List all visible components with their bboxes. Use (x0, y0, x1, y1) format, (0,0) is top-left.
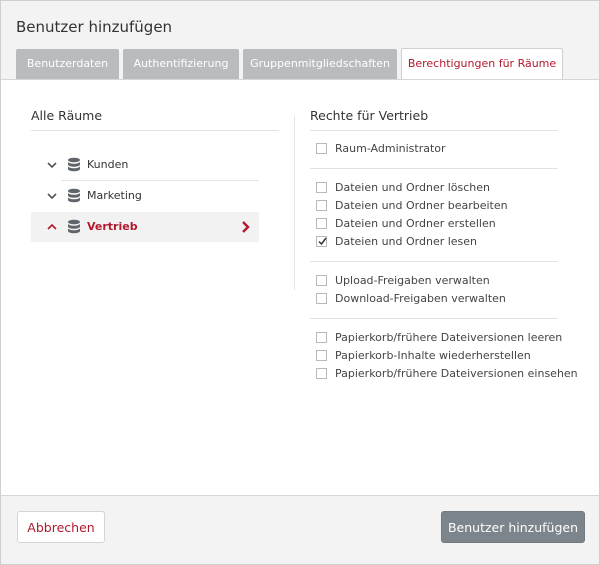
chevron-down-icon[interactable] (45, 189, 59, 203)
room-item-marketing[interactable]: Marketing (31, 181, 259, 211)
rights-title-divider (310, 130, 558, 131)
permission-label: Dateien und Ordner bearbeiten (335, 199, 508, 212)
room-item-kunden[interactable]: Kunden (31, 150, 259, 180)
add-user-dialog: Benutzer hinzufügen Benutzerdaten Authen… (0, 0, 600, 565)
group-divider (310, 168, 558, 169)
permission-label: Papierkorb/frühere Dateiversionen leeren (335, 331, 563, 344)
chevron-down-icon[interactable] (45, 158, 59, 172)
room-label: Vertrieb (87, 220, 138, 233)
checkbox[interactable] (316, 218, 327, 229)
checkbox[interactable] (316, 143, 327, 154)
permission-label: Papierkorb-Inhalte wiederherstellen (335, 349, 531, 362)
cancel-button[interactable]: Abbrechen (17, 511, 105, 543)
database-icon (68, 157, 80, 172)
checkmark-icon (318, 237, 327, 246)
checkbox[interactable] (316, 368, 327, 379)
tab-gruppenmitgliedschaften[interactable]: Gruppenmitgliedschaften (243, 49, 397, 79)
checkbox[interactable] (316, 275, 327, 286)
permission-label: Upload-Freigaben verwalten (335, 274, 490, 287)
permission-label: Dateien und Ordner löschen (335, 181, 491, 194)
tab-authentifizierung[interactable]: Authentifizierung (123, 49, 239, 79)
rooms-title-divider (31, 130, 279, 131)
column-divider (294, 116, 295, 290)
database-icon (68, 188, 80, 203)
checkbox-checked[interactable] (316, 236, 327, 247)
chevron-right-icon (242, 221, 250, 233)
rights-title: Rechte für Vertrieb (310, 108, 429, 123)
tab-content: Alle Räume Kunden Marketing Vertrieb Rec… (1, 79, 599, 496)
permission-label: Papierkorb/frühere Dateiversionen einseh… (335, 367, 578, 380)
permission-label: Download-Freigaben verwalten (335, 292, 506, 305)
group-divider (310, 318, 558, 319)
tab-berechtigungen-raeume[interactable]: Berechtigungen für Räume (401, 48, 563, 80)
rooms-title: Alle Räume (31, 108, 103, 123)
group-divider (310, 261, 558, 262)
dialog-title: Benutzer hinzufügen (16, 18, 173, 36)
database-icon (68, 219, 80, 234)
checkbox[interactable] (316, 293, 327, 304)
add-user-button[interactable]: Benutzer hinzufügen (441, 511, 585, 543)
room-label: Marketing (87, 189, 142, 202)
permission-label: Dateien und Ordner lesen (335, 235, 478, 248)
checkbox[interactable] (316, 200, 327, 211)
tab-benutzerdaten[interactable]: Benutzerdaten (16, 49, 119, 79)
room-label: Kunden (87, 158, 129, 171)
room-item-vertrieb[interactable]: Vertrieb (31, 212, 259, 242)
permission-label: Dateien und Ordner erstellen (335, 217, 496, 230)
checkbox[interactable] (316, 182, 327, 193)
checkbox[interactable] (316, 332, 327, 343)
permission-label: Raum-Administrator (335, 142, 446, 155)
checkbox[interactable] (316, 350, 327, 361)
chevron-up-icon[interactable] (45, 220, 59, 234)
